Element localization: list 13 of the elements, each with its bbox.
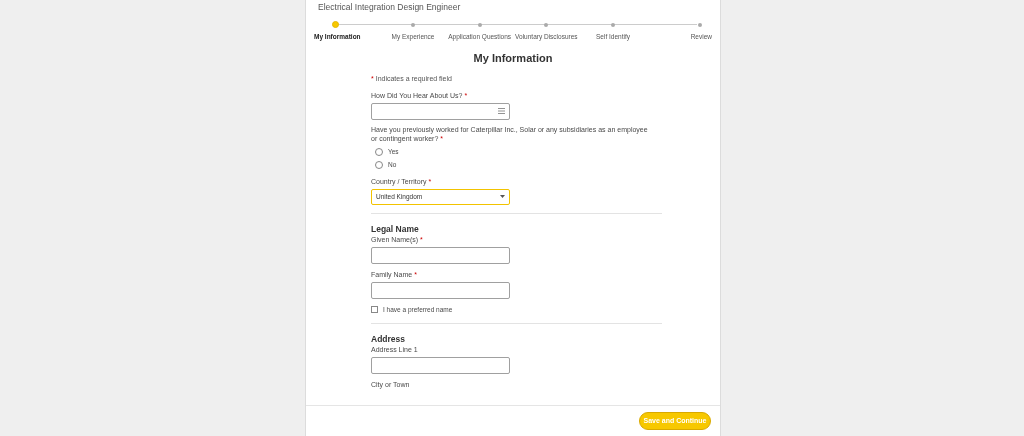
caret-icon	[500, 195, 505, 199]
section-title: Address	[371, 333, 406, 344]
text-field[interactable]	[371, 356, 510, 374]
text-field[interactable]	[371, 281, 510, 299]
list-icon	[498, 108, 505, 115]
radio-button[interactable]	[375, 161, 383, 170]
checkbox[interactable]	[371, 306, 378, 314]
radio-button[interactable]	[375, 148, 383, 157]
page-heading: My Information	[472, 50, 554, 66]
job-title: Electrical Integration Design Engineer	[318, 2, 462, 13]
prompt-field[interactable]	[371, 102, 510, 120]
text-field[interactable]	[371, 246, 510, 264]
section-title: Legal Name	[371, 223, 420, 234]
